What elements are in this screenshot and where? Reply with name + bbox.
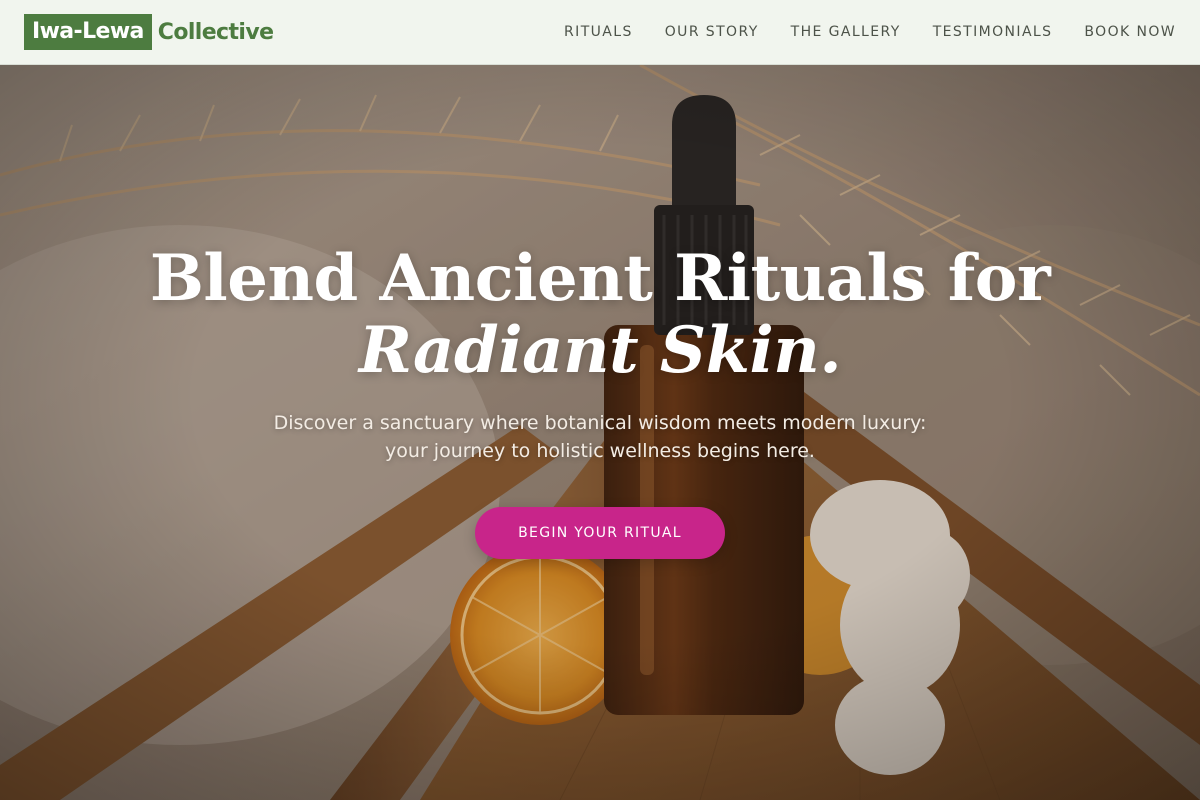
- nav-the-gallery[interactable]: THE GALLERY: [791, 24, 901, 40]
- hero-section: Blend Ancient Rituals for Radiant Skin. …: [0, 65, 1200, 800]
- begin-ritual-button[interactable]: BEGIN YOUR RITUAL: [475, 507, 725, 559]
- headline-line-2: Radiant Skin.: [358, 313, 842, 388]
- hero-subtitle: Discover a sanctuary where botanical wis…: [273, 412, 927, 462]
- nav-our-story[interactable]: OUR STORY: [665, 24, 759, 40]
- nav-rituals[interactable]: RITUALS: [564, 24, 633, 40]
- logo[interactable]: Iwa-Lewa Collective: [24, 14, 274, 50]
- nav-book-now[interactable]: BOOK NOW: [1084, 24, 1176, 40]
- logo-box: Iwa-Lewa: [24, 14, 152, 50]
- headline-line-1: Blend Ancient Rituals for: [149, 241, 1051, 316]
- nav-testimonials[interactable]: TESTIMONIALS: [933, 24, 1053, 40]
- hero-headline: Blend Ancient Rituals for Radiant Skin.: [149, 241, 1051, 388]
- site-header: Iwa-Lewa Collective RITUALS OUR STORY TH…: [0, 0, 1200, 65]
- hero-content: Blend Ancient Rituals for Radiant Skin. …: [0, 65, 1200, 800]
- main-nav: RITUALS OUR STORY THE GALLERY TESTIMONIA…: [564, 24, 1176, 40]
- logo-text: Collective: [157, 19, 274, 45]
